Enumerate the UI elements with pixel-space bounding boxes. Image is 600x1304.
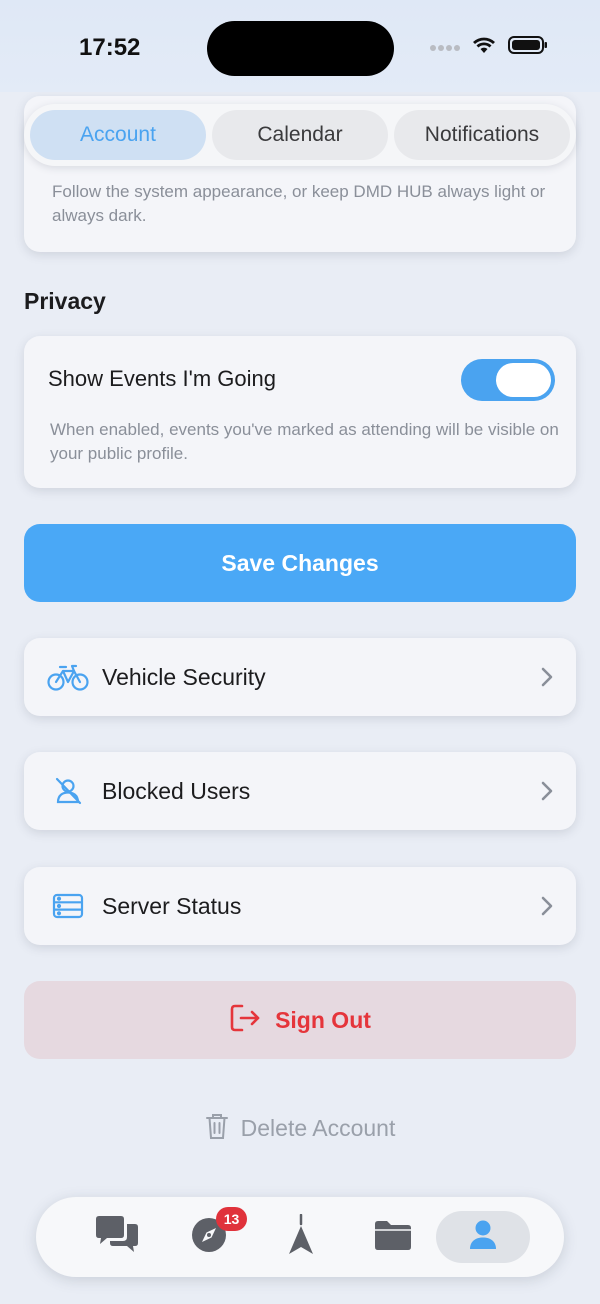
chevron-right-icon bbox=[540, 895, 554, 917]
show-events-description: When enabled, events you've marked as at… bbox=[50, 420, 559, 463]
cellular-signal-icon bbox=[430, 39, 460, 57]
tab-navigate[interactable] bbox=[254, 1211, 348, 1263]
folder-icon bbox=[373, 1219, 413, 1256]
bicycle-icon bbox=[46, 660, 90, 694]
sign-out-icon bbox=[229, 1003, 261, 1038]
show-events-toggle[interactable] bbox=[461, 359, 555, 401]
chevron-right-icon bbox=[540, 780, 554, 802]
vehicle-security-label: Vehicle Security bbox=[102, 664, 266, 690]
sign-out-label: Sign Out bbox=[275, 1006, 371, 1033]
status-bar: 17:52 bbox=[0, 0, 600, 92]
tab-notifications[interactable]: Notifications bbox=[394, 110, 570, 160]
bottom-tab-bar bbox=[36, 1197, 564, 1277]
server-icon bbox=[46, 889, 90, 923]
blocked-users-label: Blocked Users bbox=[102, 778, 251, 804]
chevron-right-icon bbox=[540, 666, 554, 688]
trash-icon bbox=[205, 1112, 229, 1145]
notification-badge: 13 bbox=[216, 1207, 247, 1231]
privacy-section-title: Privacy bbox=[24, 288, 106, 314]
status-icons bbox=[430, 36, 548, 59]
blocked-user-icon bbox=[46, 774, 90, 808]
battery-icon bbox=[508, 36, 548, 59]
sign-out-button[interactable]: Sign Out bbox=[24, 981, 576, 1059]
tab-chats[interactable] bbox=[70, 1211, 164, 1263]
settings-tabs: Account Calendar Notifications bbox=[24, 104, 576, 166]
show-events-label: Show Events I'm Going bbox=[48, 366, 276, 391]
tab-files[interactable] bbox=[346, 1211, 440, 1263]
dynamic-island bbox=[207, 21, 394, 76]
toggle-knob bbox=[496, 363, 551, 397]
vehicle-security-row[interactable]: Vehicle Security bbox=[24, 638, 576, 716]
tab-calendar[interactable]: Calendar bbox=[212, 110, 388, 160]
server-status-label: Server Status bbox=[102, 893, 242, 919]
navigation-arrow-icon bbox=[286, 1213, 316, 1261]
tab-profile[interactable] bbox=[436, 1211, 530, 1263]
chat-bubbles-icon bbox=[93, 1215, 141, 1260]
delete-account-button[interactable]: Delete Account bbox=[0, 1112, 600, 1145]
person-icon bbox=[468, 1219, 498, 1256]
appearance-description: Follow the system appearance, or keep DM… bbox=[52, 182, 546, 225]
wifi-icon bbox=[472, 36, 496, 59]
status-time: 17:52 bbox=[79, 34, 141, 61]
privacy-card: Show Events I'm Going When enabled, even… bbox=[24, 336, 576, 488]
tab-account[interactable]: Account bbox=[30, 110, 206, 160]
blocked-users-row[interactable]: Blocked Users bbox=[24, 752, 576, 830]
delete-account-label: Delete Account bbox=[240, 1115, 396, 1141]
save-changes-button[interactable]: Save Changes bbox=[24, 524, 576, 602]
server-status-row[interactable]: Server Status bbox=[24, 867, 576, 945]
